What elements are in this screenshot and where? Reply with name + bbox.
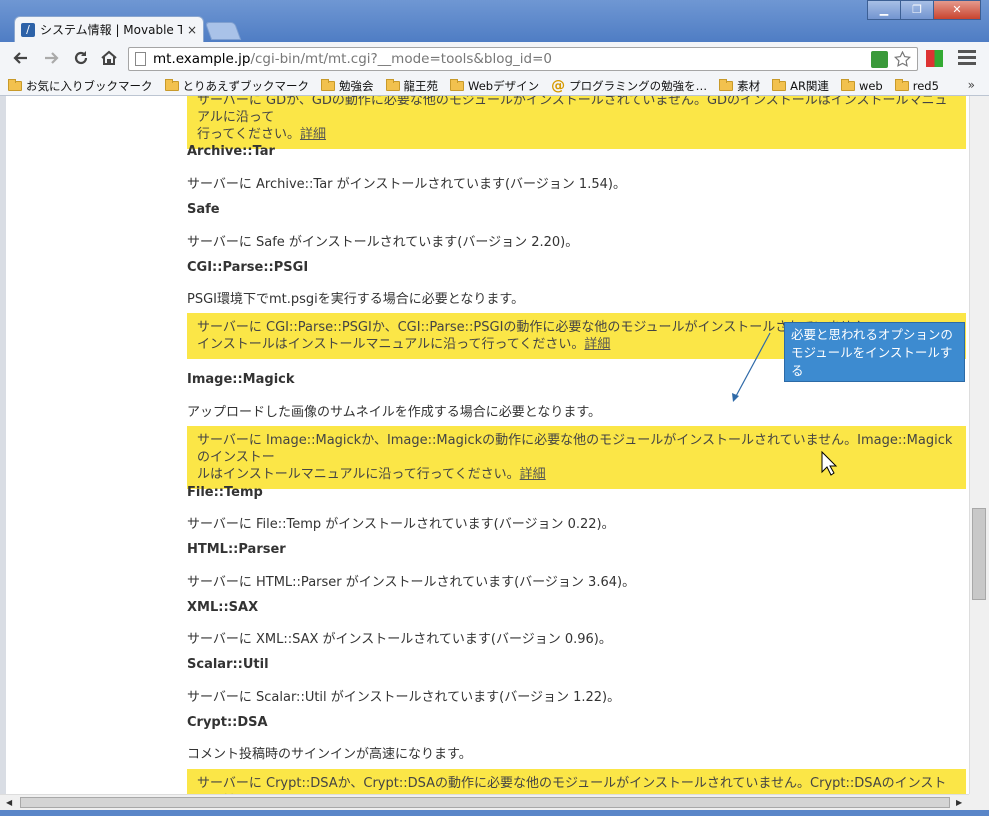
horizontal-scroll-thumb[interactable] <box>20 797 950 808</box>
folder-icon <box>450 78 464 91</box>
alert-text: サーバーに Crypt::DSAか、Crypt::DSAの動作に必要な他のモジュ… <box>197 776 947 794</box>
folder-icon <box>719 78 734 91</box>
scroll-right-arrow-icon[interactable]: ▶ <box>956 798 962 807</box>
module-status: サーバーに HTML::Parser がインストールされています(バージョン 3… <box>187 575 636 590</box>
folder-icon <box>321 78 335 91</box>
left-edge-stripe <box>0 96 6 794</box>
bookmark-item[interactable]: 勉強会 <box>321 78 374 94</box>
home-icon[interactable] <box>98 49 120 69</box>
gd-missing-alert: サーバーに GDか、GDの動作に必要な他のモジュールがインストールされていません… <box>187 96 966 149</box>
extension-app-icon[interactable] <box>926 50 943 67</box>
tab-title: システム情報 | Movable Typ <box>40 23 182 37</box>
bookmarks-overflow-button[interactable]: » <box>968 78 975 92</box>
bookmark-item[interactable]: Webデザイン <box>450 78 539 94</box>
folder-icon <box>385 78 400 91</box>
new-tab-button[interactable] <box>204 22 242 40</box>
page-icon <box>135 52 146 66</box>
folder-icon <box>772 78 787 91</box>
module-status: サーバーに Scalar::Util がインストールされています(バージョン 1… <box>187 690 621 705</box>
reload-icon[interactable] <box>70 49 92 69</box>
module-status: コメント投稿時のサインインが高速になります。 <box>187 747 472 762</box>
vertical-scrollbar[interactable] <box>969 96 989 794</box>
module-status: サーバーに File::Temp がインストールされています(バージョン 0.2… <box>187 517 615 532</box>
browser-toolbar: mt.example.jp/cgi-bin/mt/mt.cgi?__mode=t… <box>0 42 989 76</box>
module-name: CGI::Parse::PSGI <box>187 260 309 275</box>
module-status: PSGI環境下でmt.psgiを実行する場合に必要となります。 <box>187 292 525 307</box>
close-window-button[interactable]: ✕ <box>933 0 981 20</box>
minimize-button[interactable]: ▁ <box>867 0 901 20</box>
module-name: File::Temp <box>187 485 263 500</box>
alert-text: サーバーに Image::Magickか、Image::Magickの動作に必要… <box>197 433 953 465</box>
extension-mt-icon[interactable] <box>871 51 888 68</box>
module-status: アップロードした画像のサムネイルを作成する場合に必要となります。 <box>187 405 602 420</box>
bookmark-item[interactable]: AR関連 <box>772 78 829 94</box>
bookmark-item[interactable]: とりあえずブックマーク <box>164 78 309 94</box>
bookmark-item[interactable]: お気に入りブックマーク <box>8 78 153 94</box>
annotation-callout: 必要と思われるオプションのモジュールをインストールする <box>784 322 965 382</box>
module-name: Scalar::Util <box>187 657 269 672</box>
module-name: Crypt::DSA <box>187 715 268 730</box>
module-missing-alert: サーバーに Crypt::DSAか、Crypt::DSAの動作に必要な他のモジュ… <box>187 769 966 794</box>
at-icon: @ <box>551 77 566 94</box>
module-status: サーバーに Archive::Tar がインストールされています(バージョン 1… <box>187 177 626 192</box>
detail-link[interactable]: 詳細 <box>520 467 546 482</box>
module-status: サーバーに XML::SAX がインストールされています(バージョン 0.96)… <box>187 632 612 647</box>
bookmark-item[interactable]: red5 <box>894 78 939 93</box>
window-titlebar: ∕ システム情報 | Movable Typ × ▁ ❐ ✕ <box>0 0 989 42</box>
bookmark-item[interactable]: 龍王苑 <box>385 78 438 94</box>
window-bottom-frame <box>0 810 989 816</box>
bookmark-star-icon[interactable] <box>894 50 911 68</box>
vertical-scroll-thumb[interactable] <box>972 508 986 600</box>
module-status: サーバーに Safe がインストールされています(バージョン 2.20)。 <box>187 235 579 250</box>
menu-icon[interactable] <box>958 50 976 68</box>
page-viewport: サーバーに GDか、GDの動作に必要な他のモジュールがインストールされていません… <box>0 96 969 794</box>
detail-link[interactable]: 詳細 <box>584 337 610 352</box>
browser-tab[interactable]: ∕ システム情報 | Movable Typ × <box>14 16 204 42</box>
scrollbar-corner <box>969 794 989 810</box>
module-name: Image::Magick <box>187 372 295 387</box>
folder-icon <box>164 78 179 91</box>
movable-type-favicon-icon: ∕ <box>21 22 35 37</box>
bookmark-item[interactable]: @ プログラミングの勉強を… <box>551 78 707 94</box>
module-name: Safe <box>187 202 220 217</box>
module-name: XML::SAX <box>187 600 259 615</box>
module-missing-alert: サーバーに Image::Magickか、Image::Magickの動作に必要… <box>187 426 966 489</box>
detail-link[interactable]: 詳細 <box>300 127 326 142</box>
module-name: HTML::Parser <box>187 542 286 557</box>
alert-text: ルはインストールマニュアルに沿って行ってください。 <box>197 467 520 482</box>
alert-text: サーバーに GDか、GDの動作に必要な他のモジュールがインストールされていません… <box>197 96 948 125</box>
tab-close-icon[interactable]: × <box>187 23 197 37</box>
horizontal-scrollbar[interactable]: ◀ ▶ <box>0 794 969 810</box>
maximize-button[interactable]: ❐ <box>900 0 934 20</box>
bookmark-item[interactable]: 素材 <box>719 78 760 94</box>
bookmark-item[interactable]: web <box>840 78 883 93</box>
window-controls: ▁ ❐ ✕ <box>867 0 981 20</box>
address-bar[interactable]: mt.example.jp/cgi-bin/mt/mt.cgi?__mode=t… <box>128 47 918 71</box>
forward-arrow-icon[interactable] <box>40 49 62 69</box>
bookmarks-bar: お気に入りブックマーク とりあえずブックマーク 勉強会 龍王苑 Webデザイン … <box>0 76 989 96</box>
folder-icon <box>8 78 22 91</box>
scroll-left-arrow-icon[interactable]: ◀ <box>6 798 12 807</box>
back-arrow-icon[interactable] <box>10 49 32 69</box>
alert-text: インストールはインストールマニュアルに沿って行ってください。 <box>197 337 585 352</box>
folder-icon <box>894 78 909 91</box>
folder-icon <box>840 78 855 91</box>
module-name: Archive::Tar <box>187 144 275 159</box>
url-text[interactable]: mt.example.jp/cgi-bin/mt/mt.cgi?__mode=t… <box>153 51 552 67</box>
alert-text: 行ってください。 <box>197 127 300 142</box>
